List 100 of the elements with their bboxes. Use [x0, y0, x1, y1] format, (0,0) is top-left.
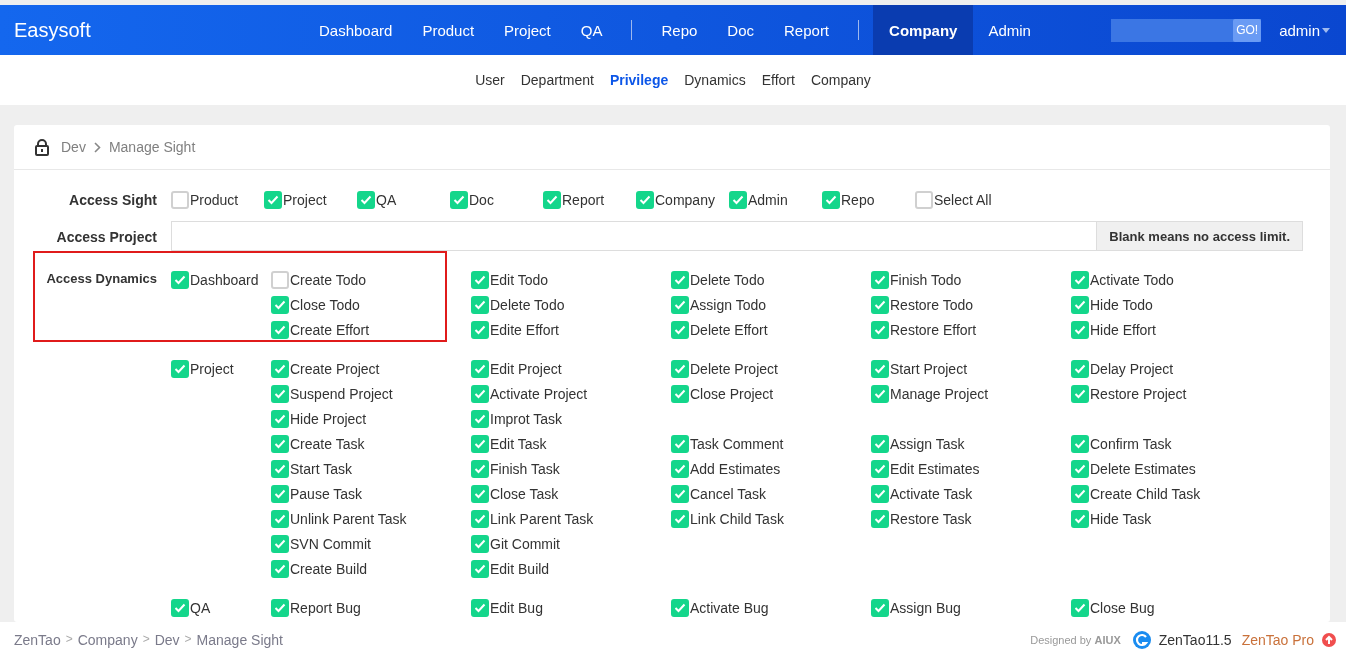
- checkbox[interactable]: [357, 191, 375, 209]
- checkbox[interactable]: [271, 320, 289, 339]
- checkbox[interactable]: [636, 191, 654, 209]
- checkbox[interactable]: [471, 359, 489, 378]
- nav-tab[interactable]: QA: [565, 5, 618, 55]
- nav-tab[interactable]: Product: [407, 5, 490, 55]
- subnav-tab[interactable]: Company: [810, 72, 871, 88]
- checkbox[interactable]: [871, 484, 889, 503]
- checkbox[interactable]: [471, 598, 489, 617]
- checkbox[interactable]: [471, 534, 489, 553]
- checkbox[interactable]: [271, 409, 289, 428]
- project-input-field[interactable]: [171, 221, 1098, 251]
- checkbox[interactable]: [471, 484, 489, 503]
- breadcrumb-link[interactable]: Dev: [154, 631, 180, 648]
- checkbox[interactable]: [171, 270, 189, 289]
- checkbox[interactable]: [471, 384, 489, 403]
- subnav-tab[interactable]: User: [475, 72, 505, 88]
- checkbox[interactable]: [871, 598, 889, 617]
- checkbox[interactable]: [471, 320, 489, 339]
- checkbox[interactable]: [271, 509, 289, 528]
- checkbox-label: Edit Build: [490, 560, 550, 577]
- checkbox[interactable]: [471, 270, 489, 289]
- checkbox[interactable]: [671, 295, 689, 314]
- breadcrumb-link[interactable]: Dev: [61, 139, 86, 155]
- checkbox[interactable]: [171, 191, 189, 209]
- checkbox[interactable]: [271, 534, 289, 553]
- breadcrumb-link[interactable]: Manage Sight: [196, 631, 283, 648]
- checkbox[interactable]: [471, 459, 489, 478]
- checkbox[interactable]: [671, 359, 689, 378]
- checkbox[interactable]: [871, 509, 889, 528]
- subnav-tab[interactable]: Dynamics: [684, 72, 746, 88]
- checkbox[interactable]: [1071, 295, 1089, 314]
- checkbox[interactable]: [871, 459, 889, 478]
- breadcrumb-link[interactable]: Manage Sight: [108, 139, 196, 155]
- checkbox[interactable]: [471, 409, 489, 428]
- user-menu[interactable]: admin: [1279, 21, 1330, 39]
- checkbox[interactable]: [671, 484, 689, 503]
- checkbox[interactable]: [671, 270, 689, 289]
- checkbox[interactable]: [1071, 320, 1089, 339]
- checkbox[interactable]: [915, 191, 933, 209]
- checkbox[interactable]: [871, 320, 889, 339]
- checkbox-label: Create Todo: [290, 271, 366, 288]
- checkbox[interactable]: [1071, 598, 1089, 617]
- checkbox[interactable]: [271, 484, 289, 503]
- checkbox-label: Dashboard: [190, 271, 259, 288]
- subnav-tab[interactable]: Effort: [761, 72, 795, 88]
- checkbox[interactable]: [271, 459, 289, 478]
- checkbox[interactable]: [1071, 270, 1089, 289]
- subnav-tab[interactable]: Privilege: [609, 72, 669, 88]
- pro-link[interactable]: ZenTao Pro: [1241, 631, 1314, 648]
- checkbox[interactable]: [671, 459, 689, 478]
- checkbox[interactable]: [1071, 509, 1089, 528]
- checkbox[interactable]: [729, 191, 747, 209]
- checkbox-label: Unlink Parent Task: [290, 510, 407, 527]
- nav-tab[interactable]: Report: [769, 5, 845, 55]
- checkbox[interactable]: [450, 191, 468, 209]
- checkbox[interactable]: [871, 295, 889, 314]
- checkbox-label: Admin: [748, 192, 788, 208]
- checkbox[interactable]: [271, 598, 289, 617]
- nav-tab[interactable]: Project: [489, 5, 566, 55]
- checkbox[interactable]: [822, 191, 840, 209]
- nav-tab[interactable]: Dashboard: [304, 5, 408, 55]
- checkbox[interactable]: [871, 270, 889, 289]
- version-link[interactable]: ZenTao11.5: [1158, 631, 1232, 648]
- checkbox[interactable]: [871, 384, 889, 403]
- checkbox[interactable]: [671, 598, 689, 617]
- checkbox[interactable]: [471, 509, 489, 528]
- brand-logo[interactable]: Easysoft: [0, 18, 304, 42]
- checkbox[interactable]: [871, 434, 889, 453]
- checkbox[interactable]: [471, 295, 489, 314]
- checkbox[interactable]: [543, 191, 561, 209]
- checkbox[interactable]: [671, 509, 689, 528]
- breadcrumb-link[interactable]: Company: [77, 631, 138, 648]
- subnav-tab[interactable]: Department: [520, 72, 594, 88]
- checkbox[interactable]: [271, 434, 289, 453]
- checkbox[interactable]: [271, 384, 289, 403]
- checkbox[interactable]: [271, 270, 289, 289]
- checkbox[interactable]: [1071, 484, 1089, 503]
- checkbox[interactable]: [1071, 384, 1089, 403]
- checkbox[interactable]: [1071, 434, 1089, 453]
- checkbox[interactable]: [871, 359, 889, 378]
- checkbox[interactable]: [264, 191, 282, 209]
- checkbox[interactable]: [1071, 459, 1089, 478]
- nav-tab[interactable]: Admin: [973, 5, 1046, 55]
- nav-tab[interactable]: Repo: [646, 5, 713, 55]
- nav-tab[interactable]: Company: [873, 5, 974, 55]
- checkbox[interactable]: [671, 384, 689, 403]
- checkbox[interactable]: [171, 359, 189, 378]
- checkbox[interactable]: [171, 598, 189, 617]
- logo-icon: [1132, 630, 1151, 649]
- checkbox[interactable]: [271, 559, 289, 578]
- checkbox[interactable]: [671, 320, 689, 339]
- checkbox[interactable]: [271, 295, 289, 314]
- checkbox[interactable]: [671, 434, 689, 453]
- checkbox[interactable]: [471, 559, 489, 578]
- checkbox[interactable]: [471, 434, 489, 453]
- nav-tab[interactable]: Doc: [712, 5, 769, 55]
- checkbox[interactable]: [271, 359, 289, 378]
- breadcrumb-link[interactable]: ZenTao: [14, 631, 61, 648]
- checkbox[interactable]: [1071, 359, 1089, 378]
